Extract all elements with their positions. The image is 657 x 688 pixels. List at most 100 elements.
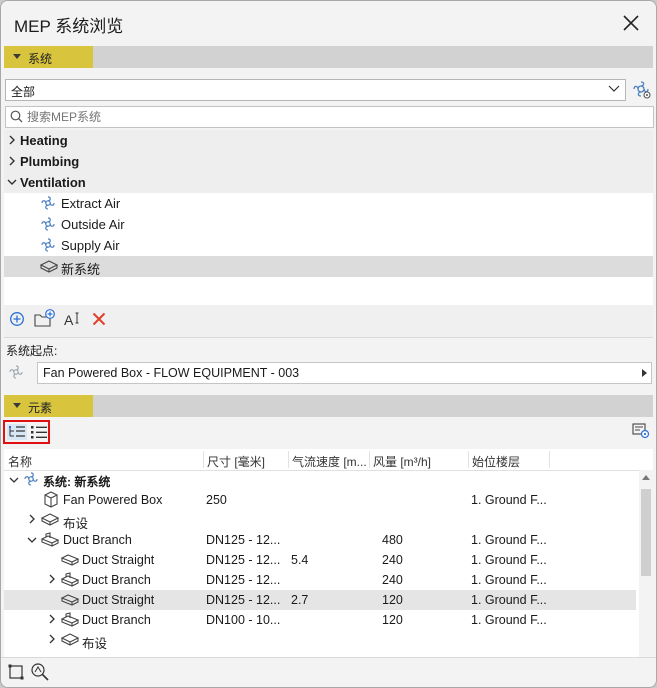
tree-item-label: Supply Air [61,238,120,253]
chevron-right-icon[interactable] [8,135,16,145]
table-scrollbar[interactable] [639,470,653,657]
chevron-right-icon[interactable] [48,574,56,584]
delete-icon[interactable] [91,311,107,327]
tree-view-icon[interactable] [7,424,27,440]
branch-icon [60,572,80,587]
fan-icon [9,365,23,379]
collapse-triangle-icon [13,403,21,408]
fan-icon [41,196,55,210]
collapse-triangle-icon [13,54,21,59]
triangle-right-icon [642,369,647,377]
row-flow: 480 [382,533,403,547]
row-size: DN125 - 12... [206,553,281,567]
system-tree: Heating Plumbing Ventilation Extract Air… [4,130,653,305]
chevron-right-icon[interactable] [8,156,16,166]
row-floor: 1. Ground F... [471,533,547,547]
scrollbar-thumb[interactable] [641,489,651,576]
elements-section-header[interactable]: 元素 [4,395,653,417]
chevron-down-icon[interactable] [9,476,19,484]
tree-item-extract-air[interactable]: Extract Air [4,193,653,214]
table-row[interactable]: Duct Branch DN125 - 12... 240 1. Ground … [4,570,636,590]
table-row[interactable]: 系统: 新系统 [4,470,636,490]
table-row[interactable]: Fan Powered Box 250 1. Ground F... [4,490,636,510]
row-floor: 1. Ground F... [471,493,547,507]
tree-item-label: Outside Air [61,217,125,232]
systems-section-header[interactable]: 系统 [4,46,653,68]
chevron-down-icon[interactable] [27,536,37,544]
fan-icon [41,238,55,252]
column-header-size[interactable]: 尺寸 [毫米] [207,453,265,470]
row-name: Duct Branch [82,573,151,587]
svg-text:A: A [64,312,74,328]
table-row[interactable]: Duct Branch DN100 - 10... 120 1. Ground … [4,610,636,630]
zoom-to-element-icon[interactable] [30,662,50,682]
row-flow: 240 [382,573,403,587]
duct-icon [60,594,80,606]
chevron-right-icon[interactable] [28,514,36,524]
row-name: 布设 [82,637,108,651]
fan-icon [41,217,55,231]
system-settings-icon[interactable] [631,79,653,101]
table-row[interactable]: 布设 [4,510,636,531]
branch-icon [60,612,80,627]
tree-item-plumbing[interactable]: Plumbing [4,151,653,172]
system-filter-select[interactable]: 全部 [5,79,626,101]
list-view-icon[interactable] [30,424,48,440]
chevron-right-icon[interactable] [48,634,56,644]
tree-item-ventilation[interactable]: Ventilation [4,172,653,193]
row-floor: 1. Ground F... [471,573,547,587]
row-name: Duct Straight [82,593,155,607]
table-header: 名称 尺寸 [毫米] 气流速度 [m... 风量 [m³/h] 始位楼层 [4,449,653,471]
bottom-toolbar [1,657,656,687]
mep-system-browser-window: MEP 系统浏览 系统 全部 Heating [0,0,657,688]
systems-section-label: 系统 [28,52,53,66]
tree-item-label: Heating [20,133,68,148]
row-name: 系统: 新系统 [43,475,111,489]
rename-icon[interactable]: A [63,310,83,328]
system-search-field[interactable] [5,106,654,128]
tree-item-outside-air[interactable]: Outside Air [4,214,653,235]
column-header-name[interactable]: 名称 [8,453,32,470]
close-icon[interactable] [619,11,643,35]
row-flow: 120 [382,593,403,607]
column-header-floor[interactable]: 始位楼层 [472,453,520,470]
column-header-flow[interactable]: 风量 [m³/h] [373,453,431,470]
equipment-icon [44,491,58,508]
new-folder-icon[interactable] [33,308,57,328]
select-frame-icon[interactable] [7,663,25,681]
route-icon [40,513,60,526]
row-name: Duct Straight [82,553,155,567]
row-size: DN125 - 12... [206,573,281,587]
row-size: DN125 - 12... [206,533,281,547]
add-icon[interactable] [9,311,25,327]
table-row[interactable]: Duct Branch DN125 - 12... 480 1. Ground … [4,530,636,550]
chevron-down-icon [608,85,620,92]
row-name: Duct Branch [63,533,132,547]
row-floor: 1. Ground F... [471,613,547,627]
row-floor: 1. Ground F... [471,553,547,567]
table-row[interactable]: Duct Straight DN125 - 12... 5.4 240 1. G… [4,550,636,570]
scroll-up-icon[interactable] [642,474,650,480]
row-size: DN100 - 10... [206,613,281,627]
chevron-right-icon[interactable] [48,614,56,624]
column-header-velocity[interactable]: 气流速度 [m... [292,453,367,470]
branch-icon [40,532,60,547]
tree-item-heating[interactable]: Heating [4,130,653,151]
export-settings-icon[interactable] [631,422,651,440]
row-flow: 240 [382,553,403,567]
system-search-input[interactable] [27,109,627,124]
tree-item-supply-air[interactable]: Supply Air [4,235,653,256]
system-filter-value: 全部 [11,85,36,99]
table-row-selected[interactable]: Duct Straight DN125 - 12... 2.7 120 1. G… [4,590,636,610]
duct-icon [60,554,80,566]
elements-section-label: 元素 [28,401,53,415]
search-icon [10,110,23,123]
tree-item-new-system[interactable]: 新系统 [4,256,653,277]
table-row[interactable]: 布设 [4,630,636,651]
elements-table: 名称 尺寸 [毫米] 气流速度 [m... 风量 [m³/h] 始位楼层 系统:… [4,449,653,657]
system-start-selector[interactable]: Fan Powered Box - FLOW EQUIPMENT - 003 [37,362,652,384]
chevron-down-icon[interactable] [7,178,17,186]
tree-item-label: Plumbing [20,154,80,169]
window-title: MEP 系统浏览 [14,17,124,36]
tree-item-label: Extract Air [61,196,121,211]
